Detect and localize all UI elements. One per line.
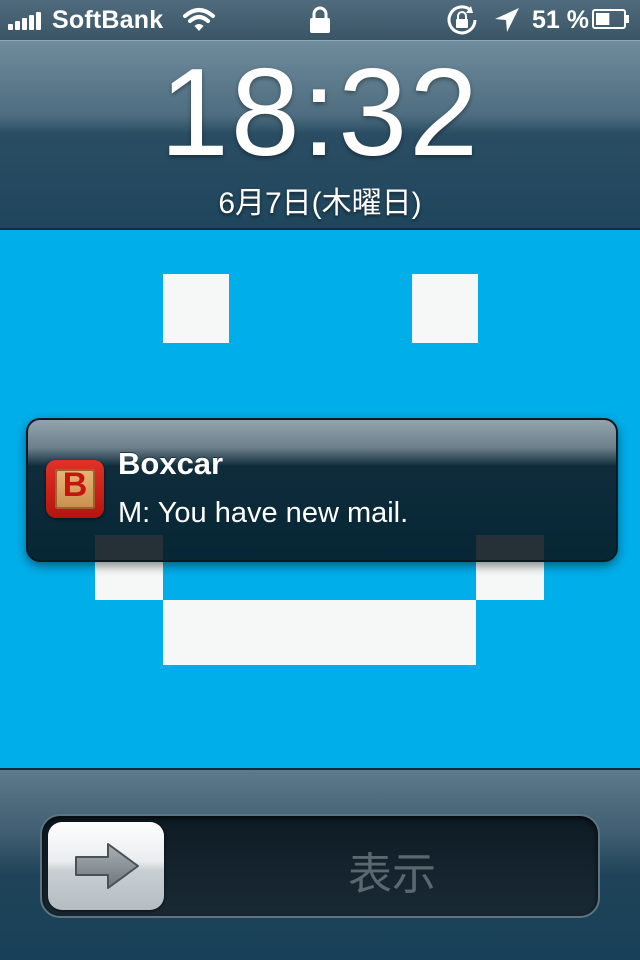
smiley-mouth <box>163 600 476 665</box>
battery-percent: 51 % <box>532 6 589 34</box>
battery-icon <box>592 9 629 29</box>
clock-date: 6月7日(木曜日) <box>218 187 422 220</box>
clock-panel: 18:32 6月7日(木曜日) <box>0 40 640 230</box>
unlock-slider-track[interactable]: 表示 <box>40 814 600 918</box>
boxcar-app-icon: B <box>46 460 104 518</box>
slider-knob[interactable] <box>48 822 164 910</box>
smiley-left-eye <box>163 274 229 343</box>
notification-title: Boxcar <box>118 446 224 481</box>
unlock-dock: 表示 <box>0 768 640 960</box>
app-icon-letter: B <box>62 466 88 504</box>
notification-message: M: You have new mail. <box>118 497 409 529</box>
lock-screen: SoftBank 51 % 18:32 6月7日(木曜日) B Boxcar M… <box>0 0 640 960</box>
slider-label: 表示 <box>348 850 436 899</box>
wifi-icon <box>183 8 215 31</box>
rotation-lock-icon <box>447 5 477 35</box>
smiley-right-eye <box>412 274 478 343</box>
status-bar: SoftBank 51 % <box>0 0 640 40</box>
clock-time: 18:32 <box>159 44 481 182</box>
lock-icon <box>310 6 330 33</box>
signal-bars-icon <box>8 10 46 30</box>
notification-banner[interactable]: B Boxcar M: You have new mail. <box>26 418 618 562</box>
location-arrow-icon <box>495 8 519 32</box>
carrier-name: SoftBank <box>52 6 164 34</box>
right-arrow-icon <box>75 843 139 889</box>
